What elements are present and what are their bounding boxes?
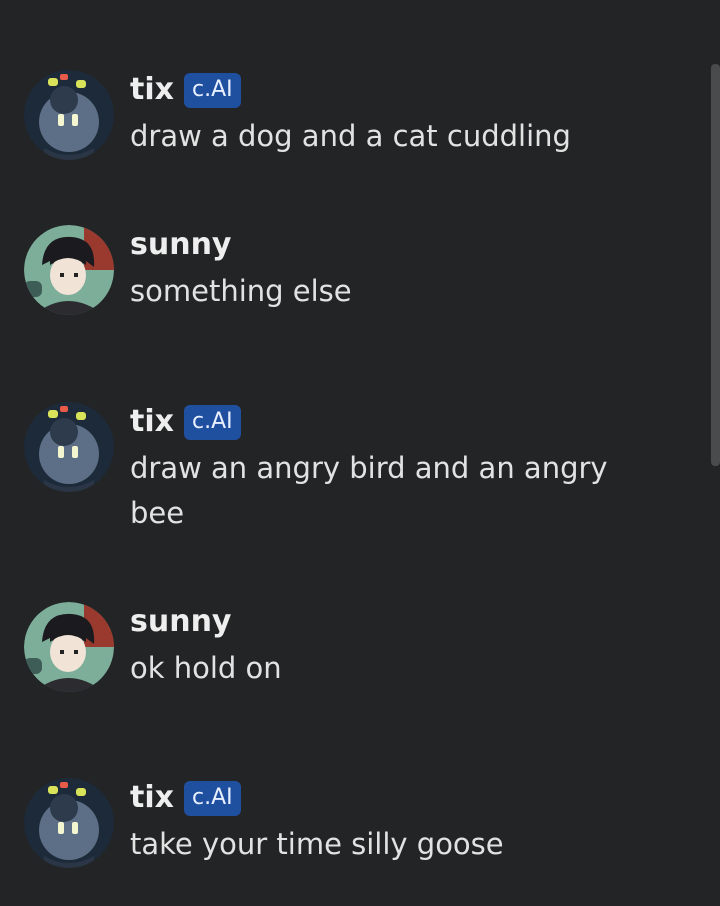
ai-badge: c.AI <box>183 72 241 108</box>
ai-badge: c.AI <box>183 780 241 816</box>
author-name[interactable]: tix <box>130 70 174 110</box>
robot-avatar[interactable] <box>24 402 114 492</box>
message-header: tix c.AI <box>130 778 241 818</box>
message-text: something else <box>130 274 352 308</box>
boy-avatar[interactable] <box>24 602 114 692</box>
message-header: tix c.AI <box>130 402 241 442</box>
message-text: ok hold on <box>130 651 282 685</box>
author-name[interactable]: tix <box>130 402 174 442</box>
author-name[interactable]: sunny <box>130 602 231 642</box>
author-name[interactable]: tix <box>130 778 174 818</box>
scrollbar[interactable] <box>711 64 720 466</box>
chat-log: tix c.AI draw a dog and a cat cuddling s… <box>0 0 710 906</box>
message-text: take your time silly goose <box>130 827 504 861</box>
message-text: draw a dog and a cat cuddling <box>130 119 571 153</box>
boy-avatar[interactable] <box>24 225 114 315</box>
ai-badge: c.AI <box>183 404 241 440</box>
message-header: tix c.AI <box>130 70 241 110</box>
robot-avatar[interactable] <box>24 778 114 868</box>
message-header: sunny <box>130 225 231 265</box>
robot-avatar[interactable] <box>24 70 114 160</box>
message-header: sunny <box>130 602 231 642</box>
author-name[interactable]: sunny <box>130 225 231 265</box>
message-text: draw an angry bird and an angry bee <box>130 451 608 530</box>
